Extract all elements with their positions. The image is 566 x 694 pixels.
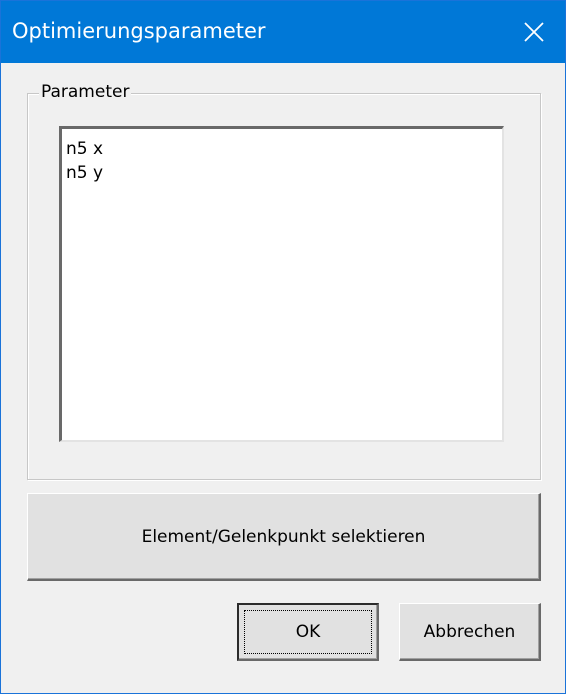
close-icon	[524, 22, 544, 42]
close-button[interactable]	[503, 1, 565, 63]
ok-button[interactable]: OK	[237, 603, 379, 661]
focus-rectangle	[244, 610, 372, 654]
parameter-listbox[interactable]: n5 x n5 y	[59, 126, 504, 442]
list-item[interactable]: n5 y	[66, 161, 502, 185]
dialog-window: Optimierungsparameter Parameter n5 x n5 …	[0, 0, 566, 694]
select-element-button-label: Element/Gelenkpunkt selektieren	[141, 526, 426, 547]
cancel-button-label: Abbrechen	[423, 621, 516, 642]
title-bar[interactable]: Optimierungsparameter	[1, 1, 565, 63]
select-element-button[interactable]: Element/Gelenkpunkt selektieren	[27, 493, 541, 581]
window-title: Optimierungsparameter	[12, 19, 266, 43]
cancel-button[interactable]: Abbrechen	[399, 603, 541, 661]
parameter-group-label: Parameter	[39, 81, 132, 103]
list-item[interactable]: n5 x	[66, 137, 502, 161]
